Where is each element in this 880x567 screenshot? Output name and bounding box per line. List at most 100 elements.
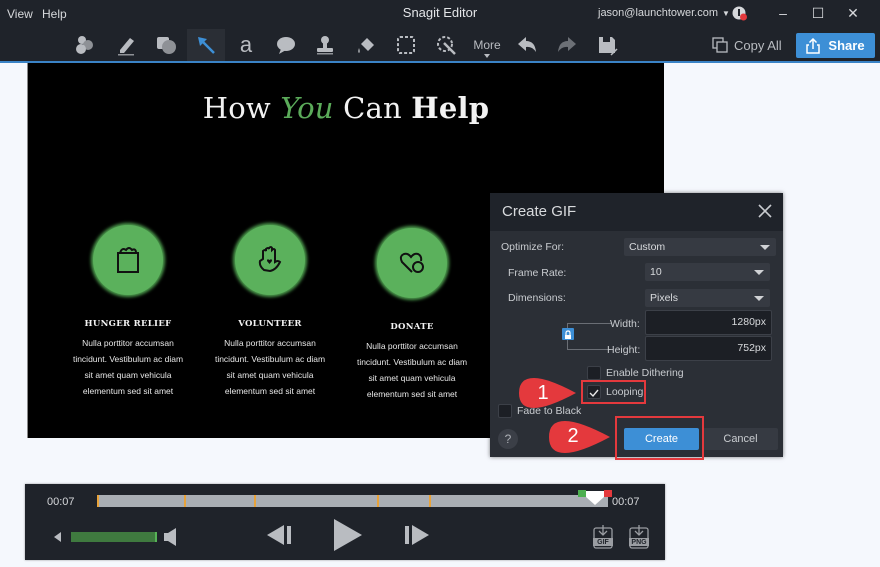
text-tool[interactable]: a <box>227 29 265 61</box>
width-label: Width: <box>610 318 640 330</box>
frame-marker <box>184 495 186 507</box>
headline-bold: Help <box>411 91 490 125</box>
more-button[interactable]: More <box>468 29 506 61</box>
copy-all-button[interactable]: Copy All <box>712 35 782 55</box>
column-title: DONATE <box>390 322 434 332</box>
height-input[interactable]: 752px <box>645 336 772 361</box>
headline-highlight: You <box>280 91 334 125</box>
lock-icon[interactable] <box>562 328 574 340</box>
current-time: 00:07 <box>47 496 75 508</box>
play-icon[interactable] <box>333 518 363 552</box>
chevron-down-icon <box>754 296 764 301</box>
toolbar: a More Copy All <box>0 26 880 63</box>
stamp-icon <box>317 36 333 55</box>
close-icon[interactable] <box>756 202 774 220</box>
highlight-box-create <box>615 416 704 460</box>
callout-number-2: 2 <box>567 425 579 447</box>
highlighter-tool[interactable] <box>107 29 145 61</box>
green-circle <box>235 225 305 295</box>
menu-help[interactable]: Help <box>42 7 67 21</box>
fill-tool[interactable] <box>347 29 385 61</box>
dimensions-label: Dimensions: <box>508 292 566 304</box>
share-label: Share <box>828 38 865 53</box>
app-title: Snagit Editor <box>402 5 478 20</box>
dimensions-value: Pixels <box>650 292 679 304</box>
maximize-button[interactable]: ☐ <box>803 3 833 23</box>
chevron-down-icon: ▼ <box>722 9 730 18</box>
dimensions-select[interactable]: Pixels <box>645 289 770 307</box>
chevron-down-icon <box>760 245 770 250</box>
frame-marker <box>97 495 99 507</box>
timeline-track[interactable] <box>97 495 608 507</box>
fade-to-black-checkbox[interactable] <box>498 404 512 418</box>
copy-all-label: Copy All <box>734 37 782 53</box>
cancel-button[interactable]: Cancel <box>703 428 778 450</box>
speech-bubble-icon <box>277 37 295 54</box>
dialog-title: Create GIF <box>502 203 577 220</box>
help-button[interactable]: ? <box>498 429 518 449</box>
paint-bucket-icon <box>358 38 374 53</box>
download-png-icon <box>629 525 649 549</box>
column-donate: DONATE Nulla porttitor accumsan tincidun… <box>322 228 502 402</box>
width-input[interactable]: 1280px <box>645 310 772 335</box>
headline-part: How <box>202 91 281 125</box>
stamp-tool[interactable] <box>306 29 344 61</box>
step-back-icon[interactable] <box>267 524 293 546</box>
arrow-tool[interactable] <box>187 29 225 61</box>
share-button[interactable]: Share <box>796 33 875 58</box>
download-gif-icon <box>593 525 613 549</box>
heart-coin-icon <box>399 252 424 273</box>
hand-heart-icon <box>258 246 282 273</box>
body-line: sit amet quam vehicula <box>368 373 456 383</box>
frame-marker <box>254 495 256 507</box>
body-line: tincidunt. Vestibulum ac diam <box>356 357 468 367</box>
body-line: Nulla porttitor accumsan <box>366 341 458 351</box>
account-menu[interactable]: jason@launchtower.com ▼ <box>598 7 730 19</box>
volume-up-icon[interactable] <box>164 528 178 546</box>
headline: How You Can Help <box>28 91 664 125</box>
frame-marker <box>429 495 431 507</box>
redo-icon <box>558 37 576 52</box>
callout-number-1: 1 <box>537 382 549 404</box>
enable-dithering-label: Enable Dithering <box>606 367 684 379</box>
frame-rate-select[interactable]: 10 <box>645 263 770 281</box>
optimize-for-value: Custom <box>629 241 666 253</box>
optimize-for-select[interactable]: Custom <box>624 238 776 256</box>
chevron-down-icon <box>754 270 764 275</box>
notification-icon[interactable] <box>732 5 748 21</box>
step-icon <box>76 36 93 54</box>
volume-down-icon[interactable] <box>54 531 62 543</box>
save-button[interactable] <box>588 29 626 61</box>
end-time: 00:07 <box>612 496 640 508</box>
step-tool[interactable] <box>66 29 104 61</box>
share-icon <box>806 37 821 54</box>
shape-icon <box>157 37 176 54</box>
menu-view[interactable]: View <box>7 7 33 21</box>
redo-button[interactable] <box>548 29 586 61</box>
magic-wand-tool[interactable] <box>427 29 465 61</box>
volume-slider[interactable] <box>71 532 157 542</box>
minimize-button[interactable]: – <box>768 3 798 23</box>
playhead-handle[interactable] <box>578 490 612 506</box>
png-label: PNG <box>631 539 647 546</box>
text-icon: a <box>239 32 253 57</box>
export-gif-button[interactable]: GIF <box>592 524 614 550</box>
undo-icon <box>518 37 536 52</box>
dialog-header: Create GIF <box>490 193 783 231</box>
gif-label: GIF <box>597 539 609 546</box>
highlight-box-looping <box>581 380 646 404</box>
step-forward-icon[interactable] <box>403 524 429 546</box>
marquee-icon <box>397 36 415 54</box>
shape-tool[interactable] <box>147 29 185 61</box>
undo-button[interactable] <box>508 29 546 61</box>
body-line: elementum sed sit amet <box>366 389 458 399</box>
selection-tool[interactable] <box>387 29 425 61</box>
height-label: Height: <box>607 344 641 356</box>
enable-dithering-checkbox[interactable] <box>587 366 601 380</box>
frame-marker <box>377 495 379 507</box>
callout-tool[interactable] <box>267 29 305 61</box>
green-circle <box>377 228 447 298</box>
close-window-button[interactable]: ✕ <box>838 3 868 23</box>
column-body: Nulla porttitor accumsan tincidunt. Vest… <box>322 338 502 402</box>
export-png-button[interactable]: PNG <box>628 524 650 550</box>
